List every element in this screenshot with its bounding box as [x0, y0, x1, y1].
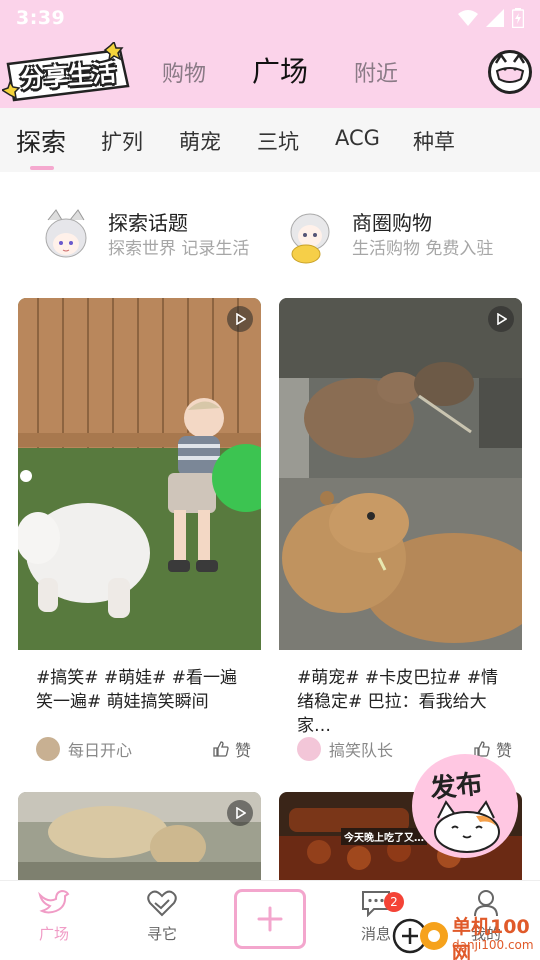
- play-icon: [236, 807, 246, 819]
- play-button[interactable]: [488, 306, 514, 332]
- tab-shopping[interactable]: 购物: [162, 56, 206, 88]
- cat-face-icon: [494, 52, 526, 83]
- battery-icon: [512, 8, 524, 28]
- category-expand[interactable]: 扩列: [101, 126, 143, 156]
- like-label: 赞: [234, 741, 251, 760]
- category-grass[interactable]: 种草: [413, 126, 455, 156]
- like-button[interactable]: 赞: [213, 737, 251, 761]
- shopping-district-entry[interactable]: 商圈购物 生活购物 免费入驻: [280, 198, 493, 274]
- tab-square[interactable]: 广场: [252, 50, 308, 90]
- play-icon: [497, 313, 507, 325]
- card-caption: #搞笑# #萌娃# #看一遍笑一遍# 萌娃搞笑瞬间: [36, 668, 238, 712]
- play-button[interactable]: [227, 306, 253, 332]
- anime-boy-icon: [280, 206, 340, 266]
- anime-girl-icon: [36, 206, 96, 266]
- category-strip: 探索 扩列 萌宠 三坑 ACG 种草: [0, 108, 540, 172]
- like-label: 赞: [495, 741, 512, 760]
- play-icon: [236, 313, 246, 325]
- author-name[interactable]: 每日开心: [68, 737, 132, 761]
- create-button[interactable]: [234, 889, 306, 949]
- nav-square[interactable]: 广场: [24, 889, 84, 944]
- nav-find-label: 寻它: [146, 925, 177, 943]
- watermark-logo: [392, 918, 448, 954]
- category-explore[interactable]: 探索: [16, 123, 66, 159]
- card-cover-image: [279, 298, 522, 650]
- cat-mascot-icon: [434, 800, 500, 853]
- nav-square-label: 广场: [38, 925, 69, 943]
- thumbs-up-icon: [213, 741, 229, 757]
- watermark-text: 单机100网: [452, 916, 530, 960]
- category-acg[interactable]: ACG: [335, 126, 380, 150]
- watermark: 单机100网 danji100.com: [390, 912, 540, 960]
- explore-topics-entry[interactable]: 探索话题 探索世界 记录生活: [36, 198, 249, 274]
- shopping-district-subtitle: 生活购物 免费入驻: [352, 239, 494, 259]
- category-pets[interactable]: 萌宠: [179, 126, 221, 156]
- user-avatar[interactable]: [488, 50, 532, 94]
- shopping-district-title: 商圈购物: [352, 211, 432, 235]
- video-overlay-caption: 今天晚上吃了又…: [341, 828, 427, 845]
- author-avatar[interactable]: [36, 737, 60, 761]
- explore-topics-subtitle: 探索世界 记录生活: [108, 239, 250, 259]
- card-caption: #萌宠# #卡皮巴拉# #情绪稳定# 巴拉：看我给大家…: [297, 668, 499, 736]
- category-active-indicator: [30, 166, 54, 170]
- top-tabs: 购物 广场 附近: [162, 50, 398, 90]
- heart-hand-icon: [147, 890, 177, 917]
- status-bar: 3:39: [0, 0, 540, 36]
- play-button[interactable]: [227, 800, 253, 826]
- feed-card[interactable]: #萌宠# #卡皮巴拉# #情绪稳定# 巴拉：看我给大家… 搞笑队长 赞: [279, 298, 522, 778]
- status-time: 3:39: [16, 7, 66, 29]
- author-name[interactable]: 搞笑队长: [329, 737, 393, 761]
- app-logo: 分享生活: [0, 40, 132, 104]
- message-badge: 2: [384, 892, 404, 912]
- bird-icon: [38, 889, 70, 914]
- category-sankeng[interactable]: 三坑: [257, 126, 299, 156]
- explore-topics-title: 探索话题: [108, 211, 188, 235]
- card-cover-image: [18, 792, 261, 880]
- feed-card[interactable]: [18, 792, 261, 880]
- wifi-icon: [458, 10, 478, 26]
- signal-icon: [486, 9, 504, 27]
- watermark-url: danji100.com: [452, 938, 534, 952]
- tab-nearby[interactable]: 附近: [354, 56, 398, 88]
- status-icons: [458, 8, 524, 28]
- logo-text: 分享生活: [19, 58, 118, 94]
- author-avatar[interactable]: [297, 737, 321, 761]
- card-meta: 每日开心 赞: [36, 735, 251, 763]
- nav-find[interactable]: 寻它: [132, 889, 192, 944]
- plus-icon: [257, 906, 283, 932]
- publish-button[interactable]: 发布: [412, 754, 518, 858]
- feed-card[interactable]: #搞笑# #萌娃# #看一遍笑一遍# 萌娃搞笑瞬间 每日开心 赞: [18, 298, 261, 778]
- card-cover-image: [18, 298, 261, 650]
